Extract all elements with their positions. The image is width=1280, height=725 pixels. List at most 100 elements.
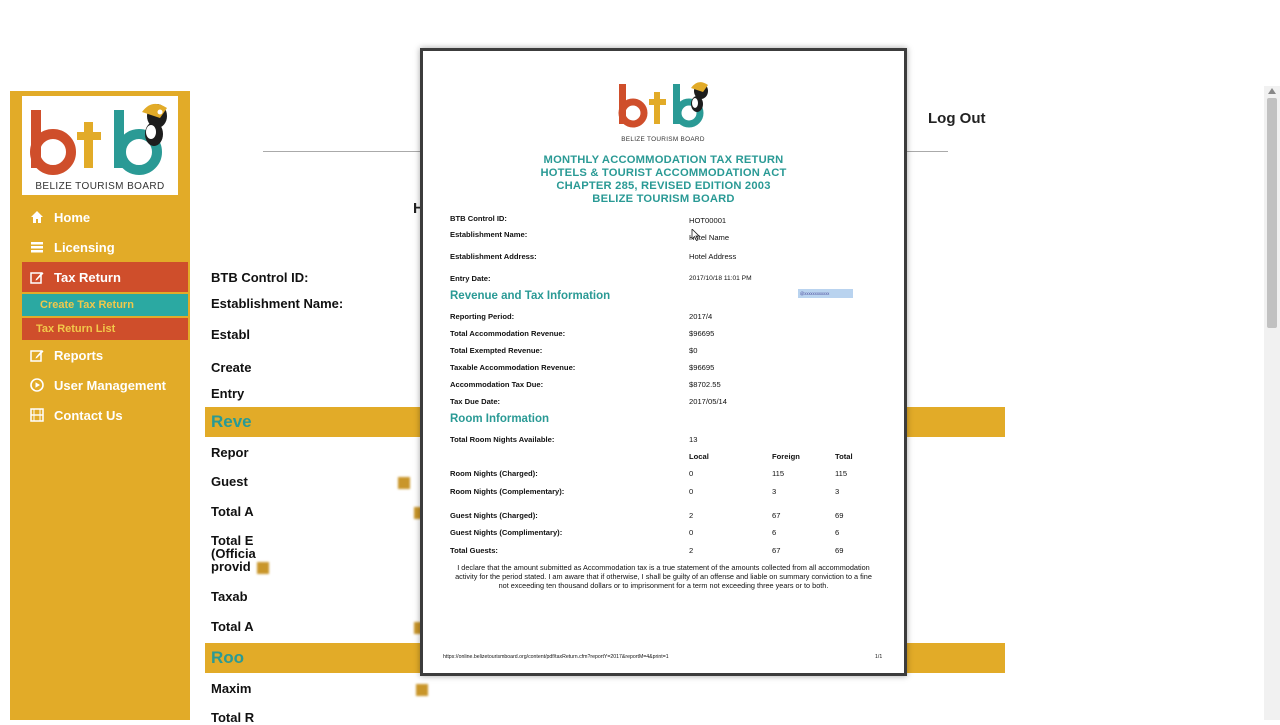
pdf-room-row-foreign: 115 xyxy=(772,469,785,478)
total-exempted-revenue-label: Total E (Officia provid xyxy=(211,534,269,574)
pdf-room-row-local: 0 xyxy=(689,528,694,537)
sidebar-subitem-create-tax-return[interactable]: Create Tax Return xyxy=(22,294,188,316)
pdf-revenue-section-title: Revenue and Tax Information xyxy=(450,290,611,302)
pdf-room-row-local: 2 xyxy=(689,546,694,555)
sidebar: BELIZE TOURISM BOARD Home Licensing Tax … xyxy=(10,91,190,720)
taxable-revenue-label: Taxab xyxy=(211,589,248,604)
pdf-revenue-label: Reporting Period: xyxy=(450,312,515,321)
sidebar-item-tax-return[interactable]: Tax Return xyxy=(22,262,188,292)
pdf-room-nights-available-value: 13 xyxy=(689,435,698,444)
sidebar-item-label: Home xyxy=(54,209,91,225)
maximum-room-nights-label: Maxim xyxy=(211,681,429,696)
pdf-room-row-foreign: 67 xyxy=(772,511,781,520)
pdf-revenue-value: $96695 xyxy=(689,363,715,372)
guest-registration-label: Guest xyxy=(211,474,410,489)
pdf-revenue-label: Total Exempted Revenue: xyxy=(450,346,543,355)
pdf-preview[interactable]: BELIZE TOURISM BOARD MONTHLY ACCOMMODATI… xyxy=(420,48,907,676)
pdf-title-line-2: HOTELS & TOURIST ACCOMMODATION ACT xyxy=(540,167,787,179)
scroll-up-arrow-icon[interactable] xyxy=(1268,88,1276,94)
pdf-room-section-title: Room Information xyxy=(450,413,550,425)
sidebar-item-label: Tax Return xyxy=(54,269,121,285)
edit-icon xyxy=(30,272,44,284)
pdf-logo-subtitle: BELIZE TOURISM BOARD xyxy=(621,136,705,143)
logout-link[interactable]: Log Out xyxy=(928,110,985,127)
sidebar-subitem-tax-return-list[interactable]: Tax Return List xyxy=(22,318,188,340)
pdf-revenue-label: Accommodation Tax Due: xyxy=(450,380,544,389)
list-icon xyxy=(31,242,43,253)
pdf-field-label: Entry Date: xyxy=(450,274,491,283)
pdf-revenue-value: 2017/4 xyxy=(689,312,713,321)
home-icon xyxy=(31,211,43,223)
logo-subtitle: BELIZE TOURISM BOARD xyxy=(35,181,165,192)
pdf-field-label: Establishment Name: xyxy=(450,230,528,239)
pdf-title-line-4: BELIZE TOURISM BOARD xyxy=(592,193,735,205)
sidebar-item-home[interactable]: Home xyxy=(22,202,188,232)
btb-control-id-label: BTB Control ID: xyxy=(211,270,309,285)
sidebar-item-label: Reports xyxy=(54,347,104,363)
pdf-room-row-total: 69 xyxy=(835,546,844,555)
sidebar-item-licensing[interactable]: Licensing xyxy=(22,232,188,262)
pdf-room-row-local: 0 xyxy=(689,469,694,478)
pdf-declaration: I declare that the amount submitted as A… xyxy=(455,563,872,590)
pdf-revenue-value: $0 xyxy=(689,346,698,355)
scrollbar-thumb[interactable] xyxy=(1267,98,1277,328)
pdf-col-local: Local xyxy=(689,452,709,461)
pdf-field-label: BTB Control ID: xyxy=(450,214,507,223)
sidebar-item-label: Licensing xyxy=(54,239,115,255)
pdf-revenue-value: $8702.55 xyxy=(689,380,721,389)
pdf-field-value: 2017/10/18 11:01 PM xyxy=(689,275,752,282)
pdf-room-row-label: Guest Nights (Charged): xyxy=(450,511,538,520)
pdf-room-nights-available-label: Total Room Nights Available: xyxy=(450,435,555,444)
pdf-revenue-label: Tax Due Date: xyxy=(450,397,501,406)
text-selection-highlight: @xxxxxxxxxxxx xyxy=(798,289,853,298)
total-accommodation-revenue-label: Total A xyxy=(211,504,426,519)
pdf-room-row-total: 6 xyxy=(835,528,840,537)
pdf-room-row-foreign: 3 xyxy=(772,487,777,496)
film-icon xyxy=(30,408,44,422)
help-icon[interactable] xyxy=(397,476,410,489)
pdf-revenue-value: $96695 xyxy=(689,329,715,338)
pdf-room-row-label: Total Guests: xyxy=(450,546,498,555)
pdf-revenue-value: 2017/05/14 xyxy=(689,397,728,406)
pdf-room-row-total: 115 xyxy=(835,469,848,478)
pdf-room-row-total: 69 xyxy=(835,511,844,520)
establishment-address-label: Establ xyxy=(211,327,251,342)
sidebar-item-label: User Management xyxy=(54,377,166,393)
help-icon[interactable] xyxy=(256,561,269,574)
btb-pdf-logo-icon xyxy=(618,82,708,128)
entry-date-label: Entry xyxy=(211,386,245,401)
pdf-room-row-label: Guest Nights (Complimentary): xyxy=(450,528,563,537)
sidebar-item-reports[interactable]: Reports xyxy=(22,340,188,370)
pdf-field-label: Establishment Address: xyxy=(450,252,537,261)
pdf-room-row-foreign: 67 xyxy=(772,546,781,555)
sidebar-item-label: Contact Us xyxy=(54,407,123,423)
edit-icon xyxy=(30,350,44,362)
play-circle-icon xyxy=(30,378,44,392)
pdf-room-row-label: Room Nights (Charged): xyxy=(450,469,538,478)
pdf-field-value: HOT00001 xyxy=(689,216,727,225)
btb-logo[interactable]: BELIZE TOURISM BOARD xyxy=(22,96,178,195)
total-tax-due-label: Total A xyxy=(211,619,426,634)
sidebar-item-user-management[interactable]: User Management xyxy=(22,370,188,400)
pdf-revenue-label: Taxable Accommodation Revenue: xyxy=(450,363,576,372)
pdf-field-value: Hotel Address xyxy=(689,252,737,261)
pdf-page-number: 1/1 xyxy=(875,654,883,660)
created-by-label: Create xyxy=(211,360,252,375)
pdf-revenue-label: Total Accommodation Revenue: xyxy=(450,329,566,338)
pdf-room-row-foreign: 6 xyxy=(772,528,777,537)
text-cursor-icon xyxy=(691,229,699,241)
pdf-room-row-label: Room Nights (Complementary): xyxy=(450,487,565,496)
pdf-room-row-local: 0 xyxy=(689,487,694,496)
total-room-nights-label: Total R xyxy=(211,710,255,725)
pdf-title-line-3: CHAPTER 285, REVISED EDITION 2003 xyxy=(556,180,771,192)
pdf-room-row-total: 3 xyxy=(835,487,840,496)
pdf-room-row-local: 2 xyxy=(689,511,694,520)
sidebar-item-contact-us[interactable]: Contact Us xyxy=(22,400,188,430)
reporting-period-label: Repor xyxy=(211,445,249,460)
page-scrollbar[interactable] xyxy=(1264,86,1280,720)
help-icon[interactable] xyxy=(416,683,429,696)
pdf-title-line-1: MONTHLY ACCOMMODATION TAX RETURN xyxy=(543,154,784,166)
pdf-footer-url: https://online.belizetourismboard.org/co… xyxy=(443,654,669,660)
pdf-col-total: Total xyxy=(835,452,853,461)
pdf-col-foreign: Foreign xyxy=(772,452,800,461)
